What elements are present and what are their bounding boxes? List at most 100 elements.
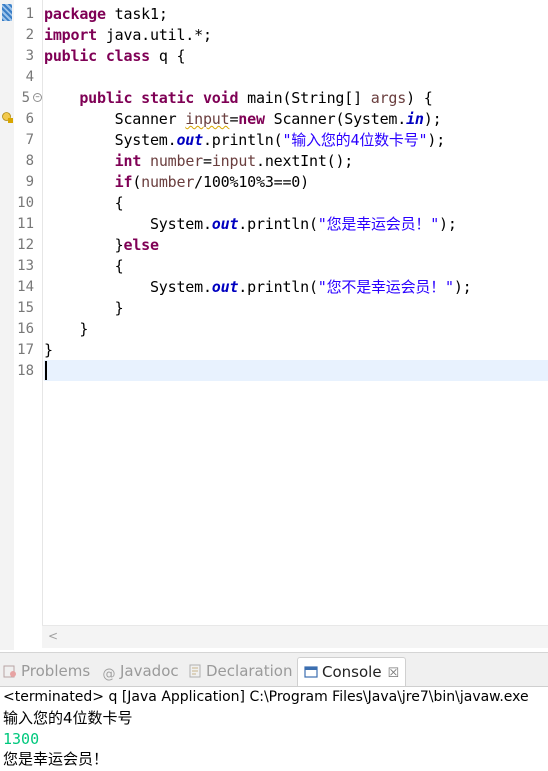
keyword: else <box>123 236 159 254</box>
code-line: public class q { <box>44 46 186 67</box>
console-view[interactable]: <terminated> q [Java Application] C:\Pro… <box>0 686 548 771</box>
code-text: } <box>44 320 89 338</box>
tab-problems[interactable]: Problems <box>3 659 90 683</box>
code-text: ); <box>423 110 442 128</box>
tab-declaration[interactable]: Declaration <box>188 659 292 683</box>
variable: number <box>150 152 203 170</box>
tab-console[interactable]: Console ☒ <box>297 657 407 686</box>
code-text: ); <box>453 278 472 296</box>
tab-label: Declaration <box>206 662 293 680</box>
line-number: 1 <box>25 6 34 22</box>
line-number: 17 <box>17 342 34 358</box>
line-number: 16 <box>17 321 34 337</box>
code-line: System.out.println("您不是幸运会员！"); <box>44 277 472 298</box>
code-text: System. <box>44 131 177 149</box>
code-line: Scanner input=new Scanner(System.in); <box>44 109 442 130</box>
declaration-icon <box>189 664 201 678</box>
code-text: java.util.*; <box>97 26 212 44</box>
keyword: new <box>238 110 265 128</box>
line-number: 10 <box>17 195 34 211</box>
code-line: } <box>44 340 53 361</box>
code-text: task1; <box>105 5 168 23</box>
keyword: public <box>44 47 97 65</box>
code-text-area[interactable]: package task1; import java.util.*; publi… <box>44 0 548 625</box>
code-text: ); <box>427 131 446 149</box>
variable: number <box>141 173 195 191</box>
keyword: class <box>105 47 150 65</box>
console-icon <box>304 666 318 678</box>
code-line: } <box>44 319 88 340</box>
tab-label: Problems <box>21 662 91 680</box>
code-text: } <box>44 299 124 317</box>
code-line: } <box>44 298 124 319</box>
console-output-line: 输入您的4位数卡号 <box>3 709 133 727</box>
code-text: q { <box>150 47 186 65</box>
horizontal-scrollbar[interactable]: < <box>42 625 548 648</box>
code-line: int number=input.nextInt(); <box>44 151 354 172</box>
problems-icon <box>3 665 16 678</box>
code-editor[interactable]: 1 2 3 4 5 6 7 8 9 10 11 12 13 14 15 16 1… <box>0 0 548 650</box>
code-line: System.out.println("您是幸运会员！"); <box>44 214 457 235</box>
line-number: 2 <box>25 27 34 43</box>
code-text: { <box>44 194 124 212</box>
code-text: = <box>203 152 212 170</box>
code-line: public static void main(String[] args) { <box>44 88 433 109</box>
code-text: } <box>44 341 53 359</box>
string-literal: "输入您的4位数卡号" <box>282 131 428 149</box>
string-literal: "您不是幸运会员！" <box>317 278 454 296</box>
line-number: 9 <box>25 174 34 190</box>
console-status-line: <terminated> q [Java Application] C:\Pro… <box>3 689 529 705</box>
gutter-divider <box>42 0 43 625</box>
keyword: int <box>114 152 142 170</box>
tab-label: Console <box>322 663 382 681</box>
keyword: package <box>44 5 106 23</box>
line-number: 4 <box>25 69 34 85</box>
unused-variable-warning[interactable]: input <box>185 110 229 128</box>
line-number: 11 <box>17 216 34 232</box>
string-literal: "您是幸运会员！" <box>317 215 440 233</box>
line-number: 15 <box>17 300 34 316</box>
tab-javadoc[interactable]: @ Javadoc <box>102 659 179 683</box>
code-text: System. <box>44 215 212 233</box>
code-line: }else <box>44 235 159 256</box>
code-line: if(number/100%10%3==0) <box>44 172 310 193</box>
code-text: .println( <box>202 131 283 149</box>
code-text: = <box>229 110 239 128</box>
keyword: if <box>114 173 133 191</box>
line-number: 5 <box>21 90 30 106</box>
variable: input <box>211 152 256 170</box>
static-field: out <box>211 278 239 296</box>
code-text: ) { <box>406 89 433 107</box>
line-number: 3 <box>25 48 34 64</box>
scroll-left-icon[interactable]: < <box>48 629 58 643</box>
code-line: import java.util.*; <box>44 25 212 46</box>
code-line: System.out.println("输入您的4位数卡号"); <box>44 130 446 151</box>
code-text: } <box>44 236 124 254</box>
code-line: { <box>44 256 124 277</box>
console-input-line: 1300 <box>3 730 40 748</box>
close-icon[interactable]: ☒ <box>388 666 400 681</box>
static-field: out <box>176 131 203 149</box>
line-number: 13 <box>17 258 34 274</box>
code-text: ( <box>132 173 142 191</box>
code-text: ); <box>439 215 457 233</box>
code-text: System. <box>44 278 212 296</box>
line-number: 8 <box>25 153 34 169</box>
line-number: 12 <box>17 237 34 253</box>
collapse-fold-icon[interactable]: − <box>33 93 42 102</box>
at-sign-icon: @ <box>102 667 116 682</box>
keyword: import <box>44 26 97 44</box>
code-text: main(String[] <box>238 89 371 107</box>
text-caret <box>45 361 47 380</box>
line-number: 6 <box>25 111 34 127</box>
line-number: 14 <box>17 279 34 295</box>
code-line: { <box>44 193 124 214</box>
line-number: 18 <box>17 363 34 379</box>
tab-label: Javadoc <box>120 662 179 680</box>
line-number: 7 <box>25 132 34 148</box>
code-text: { <box>44 257 124 275</box>
code-text: .println( <box>238 215 318 233</box>
